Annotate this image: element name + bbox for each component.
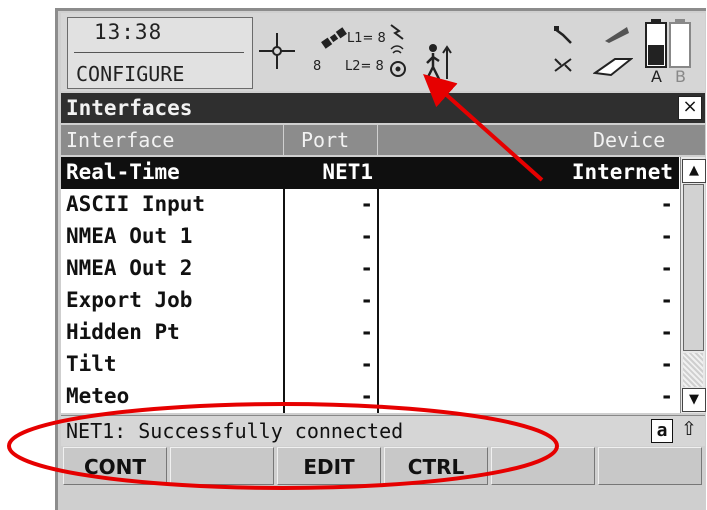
cell-port: -: [360, 192, 373, 216]
scroll-thumb[interactable]: [683, 184, 704, 351]
f5-button[interactable]: [491, 447, 595, 485]
realtime-link-icon: [390, 24, 406, 77]
satellite-count: 8: [313, 59, 322, 74]
message-bar: NET1: Successfully connected a ⇧: [61, 415, 705, 446]
battery-b-icon: [669, 19, 691, 68]
cell-port: NET1: [322, 160, 373, 184]
table-row[interactable]: ASCII Input - -: [61, 189, 679, 221]
cell-port: -: [360, 256, 373, 280]
table-scrollbar[interactable]: ▲ ▼: [680, 157, 706, 413]
device-screen: 13:38 CONFIGURE 8 L1= 8 L2= 8 A B Interf…: [55, 8, 706, 510]
clock-panel: 13:38 CONFIGURE: [67, 17, 253, 89]
scroll-track[interactable]: [683, 353, 703, 387]
table-row[interactable]: Tilt - -: [61, 349, 679, 381]
cell-device: -: [660, 256, 673, 280]
table-row[interactable]: Meteo - -: [61, 381, 679, 413]
ctrl-button[interactable]: CTRL: [384, 447, 488, 485]
walking-person-icon: [425, 44, 452, 80]
cell-device: -: [660, 288, 673, 312]
battery-a-icon: [645, 19, 667, 68]
antenna-icon: [605, 27, 629, 43]
cell-interface: Export Job: [66, 288, 193, 312]
connection-icon: [554, 26, 572, 44]
cell-port: -: [360, 320, 373, 344]
table-row[interactable]: NMEA Out 2 - -: [61, 253, 679, 285]
column-header-interface[interactable]: Interface: [66, 128, 174, 152]
interfaces-table: Real-Time NET1 Internet ASCII Input - - …: [61, 157, 706, 413]
cell-device: -: [660, 224, 673, 248]
cell-port: -: [360, 288, 373, 312]
battery-b-label: B: [675, 67, 686, 86]
status-bar: 13:38 CONFIGURE 8 L1= 8 L2= 8 A B: [61, 13, 705, 91]
cont-button[interactable]: CONT: [63, 447, 167, 485]
window-title: Interfaces: [66, 96, 193, 120]
cell-interface: NMEA Out 1: [66, 224, 193, 248]
status-icons: 8 L1= 8 L2= 8 A B: [253, 17, 699, 87]
l2-satellites: L2= 8: [345, 59, 384, 74]
clock-time: 13:38: [94, 20, 163, 44]
scroll-up-button[interactable]: ▲: [682, 159, 706, 183]
cell-device: -: [660, 352, 673, 376]
cell-interface: Real-Time: [66, 160, 180, 184]
table-row[interactable]: Real-Time NET1 Internet: [61, 157, 679, 189]
position-crosshair-icon: [259, 33, 295, 69]
link-icon: [554, 58, 572, 72]
cell-device: Internet: [571, 160, 673, 184]
input-mode-indicator: a: [651, 419, 673, 443]
cell-interface: NMEA Out 2: [66, 256, 193, 280]
cell-interface: Tilt: [66, 352, 117, 376]
edit-button[interactable]: EDIT: [277, 447, 381, 485]
cell-port: -: [360, 352, 373, 376]
column-header-port[interactable]: Port: [301, 128, 349, 152]
cell-port: -: [360, 384, 373, 408]
table-row[interactable]: Hidden Pt - -: [61, 317, 679, 349]
shift-icon: ⇧: [681, 418, 697, 440]
close-button[interactable]: ×: [678, 96, 702, 120]
cell-interface: ASCII Input: [66, 192, 206, 216]
cell-interface: Hidden Pt: [66, 320, 180, 344]
cell-device: -: [660, 320, 673, 344]
cell-device: -: [660, 192, 673, 216]
function-keys: CONT EDIT CTRL: [61, 447, 705, 487]
cell-interface: Meteo: [66, 384, 130, 408]
cell-device: -: [660, 384, 673, 408]
l1-satellites: L1= 8: [347, 31, 386, 46]
table-row[interactable]: Export Job - -: [61, 285, 679, 317]
satellite-icon: [321, 27, 347, 49]
current-mode: CONFIGURE: [76, 62, 185, 86]
f2-button[interactable]: [170, 447, 274, 485]
window-titlebar: Interfaces ×: [61, 93, 705, 123]
memory-card-icon: [593, 58, 633, 77]
battery-a-label: A: [651, 67, 662, 86]
table-header: Interface Port Device: [61, 125, 705, 155]
table-row[interactable]: NMEA Out 1 - -: [61, 221, 679, 253]
column-header-device[interactable]: Device: [593, 128, 665, 152]
status-message: NET1: Successfully connected: [66, 419, 404, 443]
cell-port: -: [360, 224, 373, 248]
f6-button[interactable]: [598, 447, 702, 485]
scroll-down-button[interactable]: ▼: [682, 388, 706, 412]
